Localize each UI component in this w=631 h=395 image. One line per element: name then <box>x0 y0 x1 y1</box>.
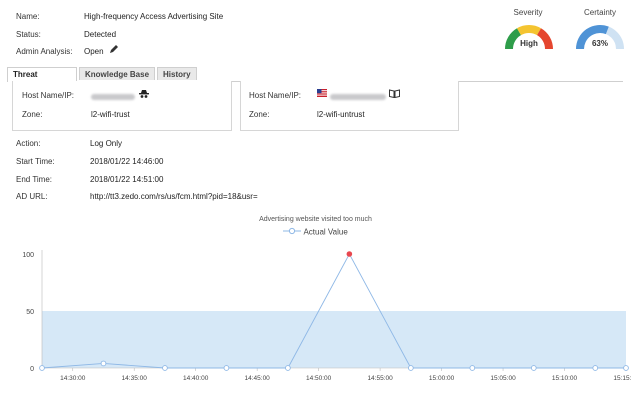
x-tick-label: 15:15:00 <box>613 375 631 382</box>
start-time-value: 2018/01/22 14:46:00 <box>90 157 164 166</box>
certainty-value: 63% <box>591 39 608 48</box>
destination-host-panel: Host Name/IP: Zone: l2-wifi-untrust <box>240 81 459 131</box>
chart-legend[interactable]: Actual Value <box>0 227 631 237</box>
severity-gauge <box>505 21 553 53</box>
x-tick-label: 14:55:00 <box>367 375 393 382</box>
book-icon[interactable] <box>389 89 400 100</box>
name-value: High-frequency Access Advertising Site <box>84 12 224 21</box>
y-tick-label: 100 <box>22 252 34 259</box>
data-point <box>592 365 599 371</box>
y-tick-label: 0 <box>30 366 34 373</box>
chart-title: Advertising website visited too much <box>259 216 372 223</box>
tab-knowledge-base[interactable]: Knowledge Base <box>79 67 155 80</box>
severity-title: Severity <box>513 8 543 17</box>
x-tick-label: 14:35:00 <box>122 375 148 382</box>
data-point <box>39 365 45 371</box>
source-host-value <box>91 92 135 101</box>
spy-icon[interactable] <box>139 89 149 101</box>
x-tick-label: 14:30:00 <box>60 375 86 382</box>
destination-zone-value: l2-wifi-untrust <box>317 110 365 119</box>
source-zone-value: l2-wifi-trust <box>91 110 130 119</box>
data-point <box>285 365 291 371</box>
certainty-gauge <box>576 21 624 53</box>
data-point <box>162 365 168 371</box>
source-host-label: Host Name/IP: <box>22 91 75 100</box>
data-point <box>469 365 476 371</box>
start-time-label: Start Time: <box>16 157 55 166</box>
y-tick-label: 50 <box>26 309 34 316</box>
threshold-band <box>42 311 626 368</box>
legend-marker-icon <box>283 227 302 237</box>
end-time-value: 2018/01/22 14:51:00 <box>90 175 164 184</box>
tab-threat-analysis[interactable]: Threat Analysis <box>7 67 77 92</box>
data-point <box>530 365 537 371</box>
destination-host-label: Host Name/IP: <box>249 91 302 100</box>
x-tick-label: 15:10:00 <box>552 375 578 382</box>
x-tick-label: 14:50:00 <box>306 375 332 382</box>
admin-analysis-label: Admin Analysis: <box>16 47 73 56</box>
ad-url-value[interactable]: http://tt3.zedo.com/rs/us/fcm.html?pid=1… <box>90 192 258 201</box>
data-point-peak <box>346 251 353 257</box>
x-tick-label: 14:45:00 <box>245 375 271 382</box>
severity-value: High <box>520 39 538 48</box>
x-tick-label: 15:05:00 <box>490 375 516 382</box>
admin-analysis-value: Open <box>84 47 104 56</box>
source-host-panel: Host Name/IP: Zone: l2-wifi-trust <box>12 81 232 131</box>
x-tick-label: 14:40:00 <box>183 375 209 382</box>
ad-url-label: AD URL: <box>16 192 48 201</box>
data-point <box>223 365 230 371</box>
end-time-label: End Time: <box>16 175 53 184</box>
tab-bar: Threat Analysis Knowledge Base History <box>7 67 623 92</box>
action-value: Log Only <box>90 139 123 148</box>
us-flag-icon <box>317 89 327 99</box>
status-value: Detected <box>84 30 117 39</box>
destination-host-value <box>330 92 386 101</box>
data-point <box>100 360 107 367</box>
destination-zone-label: Zone: <box>249 110 270 119</box>
status-label: Status: <box>16 30 41 39</box>
certainty-title: Certainty <box>583 8 616 17</box>
x-tick-label: 15:00:00 <box>429 375 455 382</box>
action-label: Action: <box>16 139 41 148</box>
line-chart: 0 50 100 14:30:00 14:35:00 14:40:00 14:45:00 14… <box>22 250 631 382</box>
data-point <box>407 365 414 371</box>
legend-label: Actual Value <box>303 227 348 237</box>
tab-history[interactable]: History <box>157 67 197 80</box>
source-zone-label: Zone: <box>22 110 43 119</box>
data-point <box>623 365 629 371</box>
name-label: Name: <box>16 12 40 21</box>
pencil-icon[interactable] <box>109 44 119 56</box>
